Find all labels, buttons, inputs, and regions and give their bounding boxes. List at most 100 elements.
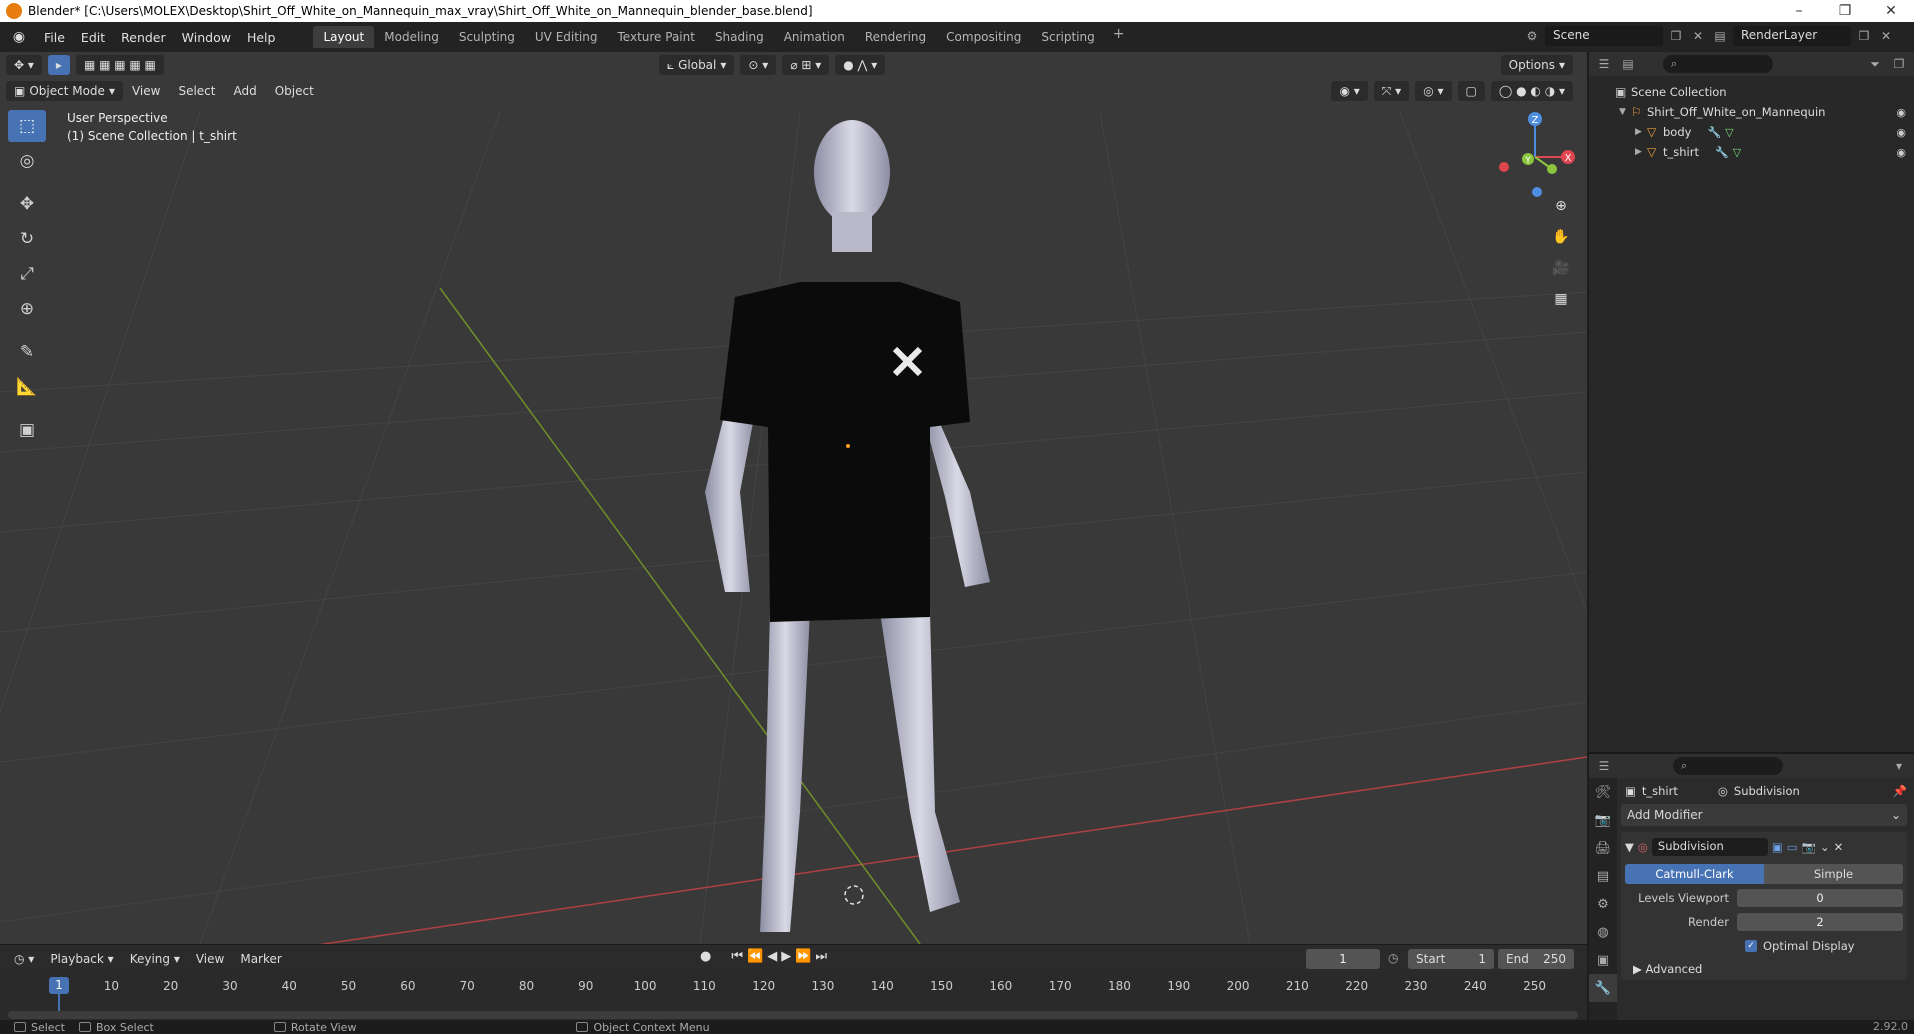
play-icon[interactable]: ▶: [781, 949, 791, 964]
delete-layer-icon[interactable]: ✕: [1877, 27, 1895, 45]
minimize-button[interactable]: –: [1776, 3, 1822, 19]
advanced-subpanel[interactable]: ▶ Advanced: [1625, 962, 1903, 976]
options-dropdown[interactable]: Options ▾: [1500, 55, 1573, 75]
maximize-button[interactable]: ❐: [1822, 3, 1868, 19]
outliner-row-t-shirt[interactable]: ▶ ▽ t_shirt 🔧 ▽ ◉: [1589, 142, 1914, 162]
viewport-toggle-icon[interactable]: ▭: [1787, 840, 1798, 854]
current-frame-field[interactable]: 1: [1306, 949, 1380, 969]
outliner-row-collection[interactable]: ▼ ⚐ Shirt_Off_White_on_Mannequin ◉: [1589, 102, 1914, 122]
menu-edit[interactable]: Edit: [73, 30, 113, 45]
visibility-icon[interactable]: ◉ ▾: [1331, 81, 1368, 101]
overlay-toggle-icon[interactable]: ◎ ▾: [1415, 81, 1452, 101]
timeline-menu-keying[interactable]: Keying ▾: [122, 952, 188, 966]
tool-tab-icon[interactable]: 🛠: [1589, 778, 1617, 806]
timeline-menu-marker[interactable]: Marker: [232, 952, 289, 966]
tab-rendering[interactable]: Rendering: [855, 26, 936, 48]
render-layer-field[interactable]: RenderLayer: [1733, 26, 1851, 46]
timeline-editor[interactable]: ◷ ▾ Playback ▾ Keying ▾ View Marker ● ⏮ …: [0, 944, 1587, 1021]
visibility-eye-icon[interactable]: ◉: [1896, 146, 1906, 159]
collapse-triangle-icon[interactable]: ▼: [1625, 840, 1634, 854]
levels-viewport-field[interactable]: 0: [1737, 889, 1903, 907]
outliner-row-scene-collection[interactable]: ▣ Scene Collection: [1589, 82, 1914, 102]
transform-tool-icon[interactable]: ⊕: [8, 293, 46, 325]
end-frame-field[interactable]: End 250: [1498, 949, 1574, 969]
menu-help[interactable]: Help: [239, 30, 284, 45]
timeline-scrollbar[interactable]: [8, 1011, 1578, 1019]
close-window-button[interactable]: ✕: [1868, 3, 1914, 19]
properties-editor-type-icon[interactable]: ☰: [1595, 757, 1613, 775]
tab-animation[interactable]: Animation: [774, 26, 855, 48]
playhead[interactable]: 1: [49, 977, 69, 994]
prev-keyframe-icon[interactable]: ⏪: [747, 949, 763, 964]
mesh-data-icon[interactable]: ▽: [1725, 126, 1733, 139]
viewport-menu-view[interactable]: View: [123, 84, 169, 98]
selection-modes[interactable]: ▦ ▦ ▦ ▦ ▦: [75, 55, 164, 75]
scene-name-field[interactable]: Scene: [1545, 26, 1663, 46]
outliner-editor-type-icon[interactable]: ☰: [1595, 55, 1613, 73]
gizmo-toggle-icon[interactable]: ⤧ ▾: [1373, 81, 1410, 101]
mesh-data-icon[interactable]: ▽: [1733, 146, 1741, 159]
scene-tab-icon[interactable]: ⚙: [1589, 890, 1617, 918]
camera-view-icon[interactable]: 🎥: [1547, 254, 1575, 282]
transform-orientation-dropdown[interactable]: ⟀ Global ▾: [658, 55, 735, 75]
modifier-menu-icon[interactable]: ⌄: [1820, 840, 1830, 854]
navigation-gizmo[interactable]: Z X Y: [1490, 107, 1580, 197]
move-tool-icon[interactable]: ✥: [8, 188, 46, 220]
viewport-scene[interactable]: [0, 112, 1587, 944]
outliner-row-body[interactable]: ▶ ▽ body 🔧 ▽ ◉: [1589, 122, 1914, 142]
visibility-eye-icon[interactable]: ◉: [1896, 126, 1906, 139]
outliner-search-input[interactable]: ⌕: [1663, 55, 1773, 73]
pivot-icon[interactable]: ⊙ ▾: [740, 55, 777, 75]
mode-dropdown[interactable]: ▣ Object Mode ▾: [6, 81, 123, 101]
blender-menu-icon[interactable]: ◉: [8, 26, 30, 48]
timeline-menu-playback[interactable]: Playback ▾: [42, 952, 121, 966]
modifier-name-input[interactable]: Subdivision: [1651, 838, 1768, 856]
menu-window[interactable]: Window: [174, 30, 239, 45]
pin-icon[interactable]: 📌: [1893, 784, 1907, 798]
editor-type-button[interactable]: ✥ ▾: [6, 55, 42, 75]
shading-modes[interactable]: ◯ ● ◐ ◑ ▾: [1490, 81, 1573, 101]
tab-texture-paint[interactable]: Texture Paint: [608, 26, 705, 48]
timeline-menu-view[interactable]: View: [188, 952, 232, 966]
next-keyframe-icon[interactable]: ⏩: [795, 949, 811, 964]
remove-modifier-icon[interactable]: ✕: [1834, 840, 1844, 854]
optimal-display-checkbox[interactable]: ✓: [1745, 940, 1757, 952]
jump-start-icon[interactable]: ⏮: [731, 949, 743, 964]
start-frame-field[interactable]: Start 1: [1408, 949, 1494, 969]
display-mode-icon[interactable]: ▤: [1619, 55, 1637, 73]
object-tab-icon[interactable]: ▣: [1589, 946, 1617, 974]
select-tool-icon[interactable]: ▸: [47, 55, 70, 75]
world-tab-icon[interactable]: ◍: [1589, 918, 1617, 946]
catmull-clark-button[interactable]: Catmull-Clark: [1625, 864, 1764, 884]
filter-icon[interactable]: ⏷: [1866, 55, 1884, 73]
add-modifier-dropdown[interactable]: Add Modifier ⌄: [1621, 804, 1907, 826]
render-toggle-icon[interactable]: 📷: [1802, 840, 1816, 854]
add-workspace-icon[interactable]: +: [1105, 26, 1133, 48]
visibility-eye-icon[interactable]: ◉: [1896, 106, 1906, 119]
pan-hand-icon[interactable]: ✋: [1547, 223, 1575, 251]
record-icon[interactable]: ●: [700, 949, 711, 964]
zoom-icon[interactable]: ⊕: [1547, 192, 1575, 220]
cursor-tool-icon[interactable]: ◎: [8, 145, 46, 177]
tab-compositing[interactable]: Compositing: [936, 26, 1031, 48]
add-cube-tool-icon[interactable]: ▣: [8, 414, 46, 446]
modifier-wrench-icon[interactable]: 🔧: [1707, 126, 1721, 139]
new-layer-icon[interactable]: ❐: [1855, 27, 1873, 45]
render-levels-field[interactable]: 2: [1737, 913, 1903, 931]
new-collection-icon[interactable]: ❐: [1890, 55, 1908, 73]
viewport-menu-add[interactable]: Add: [224, 84, 265, 98]
select-box-tool-icon[interactable]: ⬚: [8, 110, 46, 142]
tab-uv-editing[interactable]: UV Editing: [525, 26, 608, 48]
menu-render[interactable]: Render: [113, 30, 174, 45]
output-tab-icon[interactable]: 🖨: [1589, 834, 1617, 862]
tab-shading[interactable]: Shading: [705, 26, 774, 48]
scene-icon[interactable]: ⚙: [1523, 27, 1541, 45]
measure-tool-icon[interactable]: 📐: [8, 371, 46, 403]
modifier-tab-icon[interactable]: 🔧: [1589, 974, 1617, 1002]
snap-icon[interactable]: ⌀ ⊞ ▾: [782, 55, 830, 75]
jump-end-icon[interactable]: ⏭: [815, 949, 827, 964]
3d-cursor-icon[interactable]: [844, 885, 864, 905]
annotate-tool-icon[interactable]: ✎: [8, 336, 46, 368]
delete-scene-icon[interactable]: ✕: [1689, 27, 1707, 45]
play-reverse-icon[interactable]: ◀: [767, 949, 777, 964]
